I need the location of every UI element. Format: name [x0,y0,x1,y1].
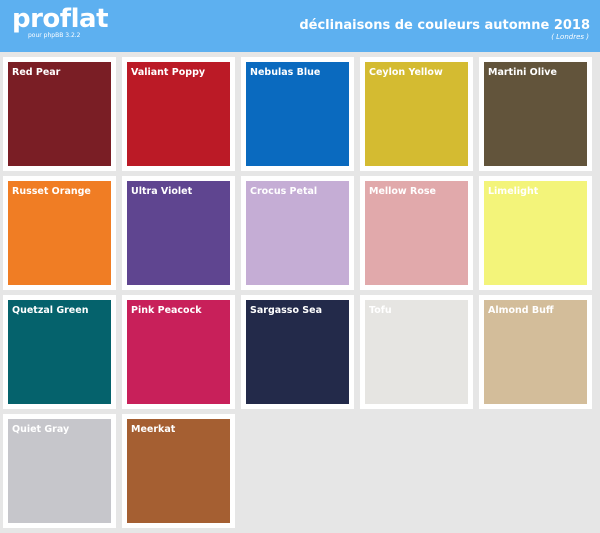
color-name: Ultra Violet [131,186,193,197]
color-card[interactable]: Ceylon Yellow [360,57,473,171]
color-name: Sargasso Sea [250,305,322,316]
color-name: Nebulas Blue [250,67,321,78]
color-card[interactable]: Sargasso Sea [241,295,354,409]
color-name: Red Pear [12,67,61,78]
color-card[interactable]: Crocus Petal [241,176,354,290]
color-name: Crocus Petal [250,186,318,197]
color-swatch: Quetzal Green [8,300,111,404]
color-card[interactable]: Almond Buff [479,295,592,409]
color-name: Almond Buff [488,305,554,316]
color-swatch: Ceylon Yellow [365,62,468,166]
color-card[interactable]: Nebulas Blue [241,57,354,171]
color-name: Russet Orange [12,186,91,197]
color-name: Quiet Gray [12,424,70,435]
color-name: Valiant Poppy [131,67,206,78]
color-swatch: Red Pear [8,62,111,166]
color-card[interactable]: Red Pear [3,57,116,171]
color-card[interactable]: Valiant Poppy [122,57,235,171]
color-swatch: Nebulas Blue [246,62,349,166]
logo-subtitle: pour phpBB 3.2.2 [28,32,81,39]
color-swatch: Ultra Violet [127,181,230,285]
page-title: déclinaisons de couleurs automne 2018 [299,18,590,33]
color-card[interactable]: Russet Orange [3,176,116,290]
color-card[interactable]: Ultra Violet [122,176,235,290]
color-card[interactable]: Quetzal Green [3,295,116,409]
color-swatch: Russet Orange [8,181,111,285]
color-swatch: Pink Peacock [127,300,230,404]
color-card[interactable]: Martini Olive [479,57,592,171]
color-name: Mellow Rose [369,186,436,197]
color-name: Ceylon Yellow [369,67,443,78]
color-card[interactable]: Pink Peacock [122,295,235,409]
color-card[interactable]: Limelight [479,176,592,290]
color-swatch: Crocus Petal [246,181,349,285]
color-swatch: Limelight [484,181,587,285]
color-name: Tofu [369,305,392,316]
color-card[interactable]: Meerkat [122,414,235,528]
color-name: Pink Peacock [131,305,202,316]
logo[interactable]: proflat [12,4,109,34]
color-swatch: Martini Olive [484,62,587,166]
color-swatch: Almond Buff [484,300,587,404]
color-name: Meerkat [131,424,176,435]
color-name: Martini Olive [488,67,557,78]
color-card[interactable]: Quiet Gray [3,414,116,528]
swatch-grid: Red Pear Valiant Poppy Nebulas Blue Ceyl… [3,57,592,528]
color-name: Quetzal Green [12,305,89,316]
color-swatch: Meerkat [127,419,230,523]
color-card[interactable]: Mellow Rose [360,176,473,290]
color-name: Limelight [488,186,539,197]
color-swatch: Quiet Gray [8,419,111,523]
color-swatch: Tofu [365,300,468,404]
color-card[interactable]: Tofu [360,295,473,409]
color-swatch: Sargasso Sea [246,300,349,404]
color-swatch: Valiant Poppy [127,62,230,166]
header: proflat pour phpBB 3.2.2 déclinaisons de… [0,0,600,52]
page-subtitle: ( Londres ) [551,33,589,41]
color-swatch: Mellow Rose [365,181,468,285]
